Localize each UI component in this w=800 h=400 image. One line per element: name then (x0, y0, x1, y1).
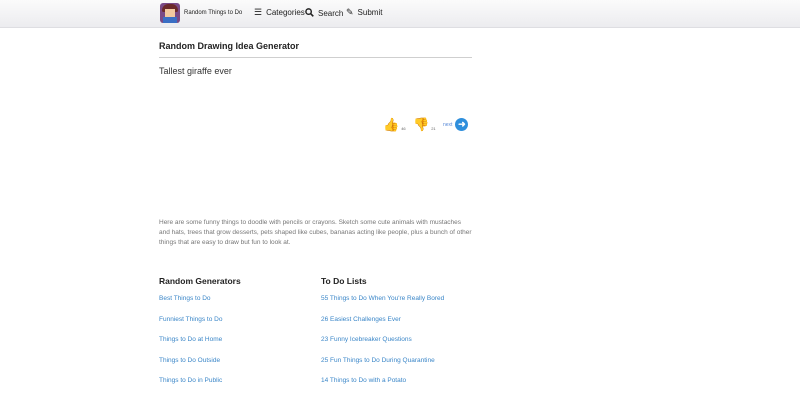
list-item-link[interactable]: 14 Things to Do with a Potato (321, 377, 444, 398)
generator-title: Random Drawing Idea Generator (159, 41, 300, 51)
thumbs-up-icon: 👍 (383, 117, 400, 132)
random-generators-list: Best Things to Do Funniest Things to Do … (159, 295, 222, 398)
upvote-button[interactable]: 👍 46 (383, 118, 406, 131)
list-item-link[interactable]: 25 Fun Things to Do During Quarantine (321, 357, 444, 378)
list-item-link[interactable]: 26 Easiest Challenges Ever (321, 316, 444, 337)
nav-search-label: Search (318, 9, 344, 18)
nav-submit-label: Submit (357, 8, 383, 17)
site-title[interactable]: Random Things to Do (184, 10, 242, 16)
list-item-link[interactable]: 23 Funny Icebreaker Questions (321, 336, 444, 357)
generated-idea: Tallest giraffe ever (159, 66, 232, 76)
nav-categories[interactable]: ☰ Categories (254, 7, 305, 18)
next-button[interactable]: next ➜ (443, 118, 469, 131)
todo-lists-list: 55 Things to Do When You're Really Bored… (321, 295, 444, 398)
top-navbar: Random Things to Do ☰ Categories Search … (0, 0, 800, 28)
nav-submit[interactable]: ✎ Submit (346, 7, 383, 18)
list-item-link[interactable]: Things to Do Outside (159, 357, 222, 378)
list-item-link[interactable]: Funniest Things to Do (159, 316, 222, 337)
list-item-link[interactable]: 55 Things to Do When You're Really Bored (321, 295, 444, 316)
menu-icon: ☰ (254, 7, 263, 17)
downvote-count: 21 (431, 126, 436, 131)
nav-categories-label: Categories (266, 8, 305, 17)
nav-search[interactable]: Search (305, 8, 343, 19)
random-generators-title: Random Generators (159, 276, 241, 286)
thumbs-down-icon: 👍 (413, 117, 430, 132)
divider (159, 57, 472, 58)
pencil-icon: ✎ (346, 7, 354, 17)
list-item-link[interactable]: Best Things to Do (159, 295, 222, 316)
next-label: next (443, 121, 453, 128)
todo-lists-title: To Do Lists (321, 276, 367, 286)
downvote-button[interactable]: 👍 21 (413, 117, 436, 132)
description: Here are some funny things to doodle wit… (159, 219, 472, 246)
list-item-link[interactable]: Things to Do at Home (159, 336, 222, 357)
list-item-link[interactable]: Things to Do in Public (159, 377, 222, 398)
site-logo[interactable] (160, 3, 180, 23)
upvote-count: 46 (401, 126, 406, 131)
search-icon (305, 8, 314, 19)
arrow-right-icon: ➜ (455, 118, 469, 131)
